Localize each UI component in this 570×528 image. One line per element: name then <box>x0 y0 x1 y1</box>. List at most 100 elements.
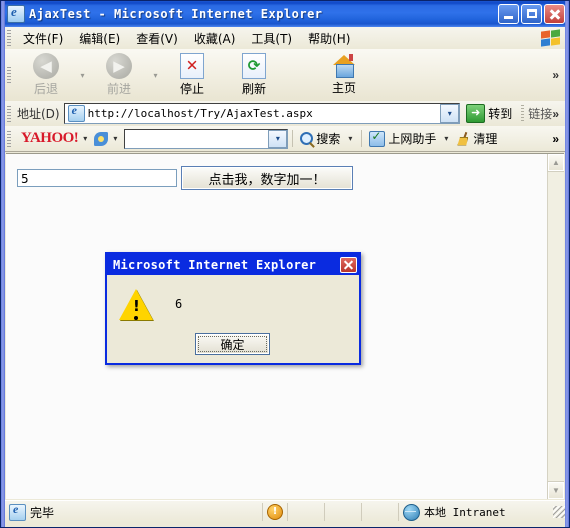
focus-ring <box>198 336 267 352</box>
maximize-button[interactable] <box>521 4 542 24</box>
ie-page-icon <box>7 4 25 23</box>
forward-button-label: 前进 <box>106 82 131 96</box>
number-input[interactable]: 5 <box>17 169 177 187</box>
yahoo-search-label: 搜索 <box>316 132 341 146</box>
globe-icon <box>403 503 420 521</box>
refresh-icon: ⟳ <box>242 53 266 79</box>
forward-button[interactable]: ▶ 前进 <box>88 51 150 99</box>
window-title: AjaxTest - Microsoft Internet Explorer <box>29 7 323 21</box>
back-button-label: 后退 <box>33 82 58 96</box>
search-icon <box>300 132 314 145</box>
status-bar: 完毕 ! 本地 Intranet <box>5 500 565 523</box>
dialog-body: ! 6 确定 <box>107 275 359 363</box>
menu-item-help[interactable]: 帮助(H) <box>300 28 358 49</box>
yahoo-assistant-button[interactable]: 上网助手 <box>366 129 439 149</box>
broom-icon <box>456 132 470 146</box>
links-bar-label[interactable]: 链接 <box>528 105 552 122</box>
flower-icon[interactable] <box>94 131 109 146</box>
menu-drag-handle[interactable] <box>7 30 11 46</box>
status-message-pane: 完毕 <box>5 502 263 521</box>
alert-dialog: Microsoft Internet Explorer ! 6 确定 <box>105 252 361 365</box>
increment-button[interactable]: 点击我，数字加一！ <box>181 166 353 190</box>
home-icon <box>331 54 357 78</box>
address-label: 地址(D) <box>17 107 60 121</box>
menu-item-file[interactable]: 文件(F) <box>15 28 71 49</box>
window-frame-left <box>1 1 5 527</box>
security-zone-pane[interactable]: 本地 Intranet <box>399 503 553 521</box>
yahoo-assistant-menu-icon[interactable]: ▾ <box>444 134 448 143</box>
status-pane-3 <box>362 503 399 521</box>
menu-item-view[interactable]: 查看(V) <box>128 28 186 49</box>
yahoo-separator-2 <box>361 130 363 147</box>
go-button[interactable]: ➜ 转到 <box>464 103 517 124</box>
stop-button-label: 停止 <box>179 82 204 96</box>
vertical-scrollbar[interactable]: ▲ ▼ <box>547 154 564 499</box>
stop-button[interactable]: ✕ 停止 <box>161 51 223 99</box>
minimize-button[interactable] <box>498 4 519 24</box>
back-arrow-icon: ◀ <box>33 53 59 79</box>
refresh-button[interactable]: ⟳ 刷新 <box>223 51 285 99</box>
yahoo-assistant-label: 上网助手 <box>388 132 437 146</box>
menu-item-tools[interactable]: 工具(T) <box>243 28 300 49</box>
dialog-message: 6 <box>175 297 183 311</box>
toolbar-overflow-icon[interactable]: » <box>552 68 565 82</box>
scroll-up-icon[interactable]: ▲ <box>547 154 564 172</box>
links-drag-handle[interactable] <box>521 105 525 122</box>
yahoo-search-dropdown-icon[interactable]: ▾ <box>268 129 288 148</box>
browser-window: AjaxTest - Microsoft Internet Explorer 文… <box>0 0 570 528</box>
resize-grip[interactable] <box>553 506 565 518</box>
back-button[interactable]: ◀ 后退 <box>15 51 77 99</box>
forward-arrow-icon: ▶ <box>106 53 132 79</box>
address-dropdown-icon[interactable]: ▾ <box>440 104 460 123</box>
page-status-icon <box>9 502 26 521</box>
scroll-down-icon[interactable]: ▼ <box>547 481 564 499</box>
yahoo-clean-button[interactable]: 清理 <box>453 129 500 149</box>
menu-item-edit[interactable]: 编辑(E) <box>71 28 128 49</box>
status-pane-2 <box>325 503 362 521</box>
refresh-button-label: 刷新 <box>241 82 266 96</box>
security-zone-label: 本地 Intranet <box>424 506 506 519</box>
dialog-title-bar[interactable]: Microsoft Internet Explorer <box>107 254 359 275</box>
address-input[interactable]: http://localhost/Try/AjaxTest.aspx ▾ <box>63 103 461 124</box>
dialog-close-button[interactable] <box>340 256 357 273</box>
status-warning-pane[interactable]: ! <box>263 503 288 521</box>
warning-exclamation-glyph: ! <box>133 297 140 320</box>
dialog-title: Microsoft Internet Explorer <box>113 257 317 272</box>
go-button-label: 转到 <box>488 107 513 121</box>
go-arrow-icon: ➜ <box>466 104 486 123</box>
windows-flag-icon <box>541 28 561 47</box>
stop-icon: ✕ <box>180 53 204 79</box>
yahoo-clean-label: 清理 <box>473 132 498 146</box>
forward-dropdown-icon[interactable]: ▾ <box>150 51 161 99</box>
yahoo-separator-1 <box>292 130 294 147</box>
page-favicon <box>67 103 85 122</box>
yahoo-drag-handle[interactable] <box>7 130 11 147</box>
shield-check-icon <box>369 129 386 147</box>
address-drag-handle[interactable] <box>7 105 11 122</box>
home-button[interactable]: 主页 <box>313 51 375 99</box>
menu-bar: 文件(F) 编辑(E) 查看(V) 收藏(A) 工具(T) 帮助(H) <box>5 27 565 50</box>
address-bar: 地址(D) http://localhost/Try/AjaxTest.aspx… <box>5 101 565 127</box>
yahoo-logo-dropdown-icon[interactable]: ▾ <box>83 134 87 143</box>
close-button[interactable] <box>544 4 565 24</box>
address-overflow-icon[interactable]: » <box>552 107 565 121</box>
status-pane-1 <box>288 503 325 521</box>
home-button-label: 主页 <box>331 81 356 95</box>
menu-item-favorites[interactable]: 收藏(A) <box>186 28 244 49</box>
warning-circle-icon: ! <box>267 504 283 520</box>
address-url-text: http://localhost/Try/AjaxTest.aspx <box>87 107 313 120</box>
navigation-toolbar: ◀ 后退 ▾ ▶ 前进 ▾ ✕ 停止 ⟳ 刷新 主页 » <box>5 49 565 102</box>
yahoo-search-input[interactable]: ▾ <box>124 128 289 149</box>
window-frame-right <box>565 1 569 527</box>
yahoo-search-button[interactable]: 搜索 <box>297 129 343 149</box>
yahoo-search-menu-icon[interactable]: ▾ <box>348 134 352 143</box>
toolbar-drag-handle[interactable] <box>7 67 11 83</box>
yahoo-toolbar: YAHOO! ▾ ▾ ▾ 搜索 ▾ 上网助手 ▾ 清理 » <box>5 126 565 152</box>
status-text: 完毕 <box>30 505 55 520</box>
dialog-ok-button[interactable]: 确定 <box>195 333 270 355</box>
flower-dropdown-icon[interactable]: ▾ <box>113 134 117 143</box>
yahoo-logo[interactable]: YAHOO! <box>21 131 79 146</box>
back-dropdown-icon[interactable]: ▾ <box>77 51 88 99</box>
yahoo-overflow-icon[interactable]: » <box>552 132 565 146</box>
title-bar[interactable]: AjaxTest - Microsoft Internet Explorer <box>1 1 569 27</box>
